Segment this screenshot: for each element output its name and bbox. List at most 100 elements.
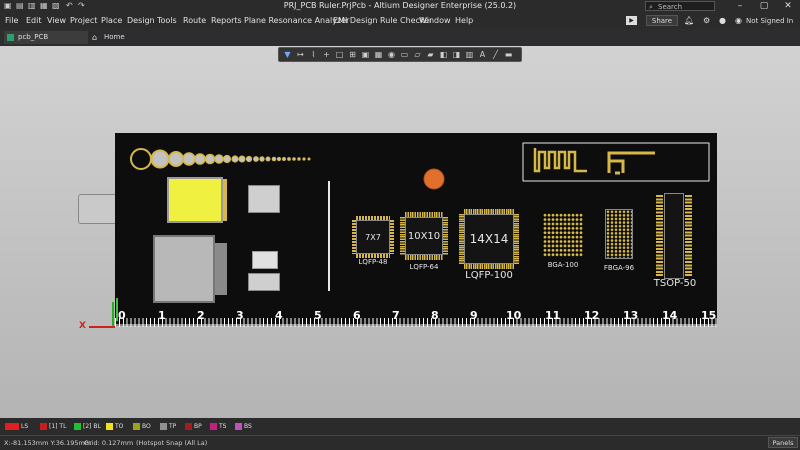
ruler-number: 1	[158, 309, 166, 322]
rj45-connector[interactable]	[153, 235, 215, 303]
video-icon[interactable]: ▶	[626, 16, 637, 25]
user-status[interactable]: Not Signed In	[746, 17, 793, 25]
origin-y-axis	[112, 302, 114, 326]
home-icon: ⌂	[92, 33, 98, 42]
lqfp64-body-label: 10X10	[407, 231, 441, 242]
menu-emi-drc[interactable]: EMI Design Rule Checker	[333, 16, 433, 25]
title-bar: ▣ ▤ ▥ ▦ ▧ ↶ ↷ PRJ_PCB Ruler.PrjPcb - Alt…	[0, 0, 800, 13]
help-icon[interactable]: ●	[719, 16, 726, 25]
share-button[interactable]: Share	[646, 15, 678, 26]
grid-size: Grid: 0.127mm	[84, 439, 134, 447]
layer-tab-top-solder[interactable]: TS	[210, 422, 226, 431]
menu-project[interactable]: Project	[70, 16, 97, 25]
menu-help[interactable]: Help	[455, 16, 473, 25]
chart-icon[interactable]: ▥	[465, 50, 474, 59]
settings-gear-icon[interactable]: ⚙	[703, 16, 710, 25]
line-icon[interactable]: ╱	[491, 50, 500, 59]
ruler-number: 3	[236, 309, 244, 322]
measure-icon[interactable]: ◨	[452, 50, 461, 59]
maximize-button[interactable]: ▢	[752, 0, 776, 13]
polygon-icon[interactable]: ▱	[413, 50, 422, 59]
lqfp100-pads-top	[464, 209, 514, 214]
via-icon[interactable]: ◉	[387, 50, 396, 59]
lqfp48-body-label: 7X7	[365, 233, 381, 242]
fbga96-label: FBGA-96	[603, 264, 635, 272]
layer-tab-bottom-paste[interactable]: BP	[185, 422, 202, 431]
pcb-board[interactable]: 7X7 LQFP-48 10X10 LQFP-64 14X14 LQFP-100…	[115, 133, 717, 326]
menu-file[interactable]: File	[5, 16, 18, 25]
layer-tab-ls[interactable]: LS	[5, 422, 28, 431]
menu-reports[interactable]: Reports	[211, 16, 242, 25]
micro-usb-connector-3[interactable]	[248, 273, 280, 291]
lqfp64-pads-bottom	[405, 255, 443, 260]
lqfp64-pads-top	[405, 212, 443, 217]
interactive-route-icon[interactable]: ⌇	[309, 50, 318, 59]
panels-button[interactable]: Panels	[768, 437, 798, 448]
dimension-icon[interactable]: ▬	[504, 50, 513, 59]
ruler-number: 0	[118, 309, 126, 322]
filter-icon[interactable]: ▼	[283, 50, 292, 59]
layer-tab-bottom-overlay[interactable]: BO	[133, 422, 151, 431]
layer-tab-top-overlay[interactable]: TO	[106, 422, 123, 431]
align-icon[interactable]: ⊞	[348, 50, 357, 59]
lqfp48-pads-top	[356, 216, 390, 220]
bga100-label: BGA-100	[547, 261, 579, 269]
cross-select-icon[interactable]: +	[322, 50, 331, 59]
ruler-number: 6	[353, 309, 361, 322]
ruler-number: 9	[470, 309, 478, 322]
menu-tools[interactable]: Tools	[157, 16, 177, 25]
tab-pcb-document[interactable]: pcb_PCB Ruler.PcbDoc	[4, 31, 88, 54]
menu-place[interactable]: Place	[101, 16, 122, 25]
keepout-icon[interactable]: ◧	[439, 50, 448, 59]
origin-x-axis	[89, 326, 115, 328]
active-bar-toolbar: ▼ ↦ ⌇ + □ ⊞ ▣ ▦ ◉ ▭ ▱ ▰ ◧ ◨ ▥ A ╱ ▬	[278, 47, 522, 62]
route-icon[interactable]: ↦	[296, 50, 305, 59]
bga100-balls[interactable]	[543, 213, 583, 257]
snap-mode: (Hotspot Snap (All La)	[136, 439, 208, 447]
region-icon[interactable]: ▰	[426, 50, 435, 59]
ruler-number: 15	[701, 309, 717, 322]
notifications-icon[interactable]: 🔔︎	[684, 16, 694, 25]
yellow-component[interactable]	[167, 177, 223, 223]
lqfp64-label: LQFP-64	[409, 263, 439, 271]
ruler-number: 4	[275, 309, 283, 322]
minimize-button[interactable]: –	[728, 0, 752, 13]
menu-window[interactable]: Window	[419, 16, 451, 25]
lqfp100-pads-right	[514, 214, 519, 264]
layer-tabs: LS [1] TL [2] BL TO BO TP BP TS BS	[0, 418, 800, 435]
tab-home-page[interactable]: ⌂ Home Page	[90, 31, 142, 54]
menu-design[interactable]: Design	[127, 16, 155, 25]
lqfp48-pads-right	[390, 220, 394, 254]
fbga96-balls[interactable]	[605, 209, 633, 259]
menu-bar: File Edit View Project Place Design Tool…	[0, 13, 800, 29]
status-bar: X:-81.153mm Y:36.195mm Grid: 0.127mm (Ho…	[0, 435, 800, 450]
ruler-number: 10	[506, 309, 522, 322]
yellow-component-pads	[223, 179, 227, 221]
layer-tab-bottom-solder[interactable]: BS	[235, 422, 252, 431]
component-icon[interactable]: ▣	[361, 50, 370, 59]
micro-usb-connector-2[interactable]	[252, 251, 278, 269]
tsop50-pads-right	[685, 195, 692, 277]
lqfp100-pads-bottom	[464, 264, 514, 269]
close-button[interactable]: ✕	[776, 0, 800, 13]
layer-tab-bottom[interactable]: [2] BL	[74, 422, 101, 431]
lqfp100-label: LQFP-100	[465, 270, 513, 281]
menu-route[interactable]: Route	[183, 16, 206, 25]
place-pad-icon[interactable]: ▦	[374, 50, 383, 59]
layer-tab-top[interactable]: [1] TL	[40, 422, 66, 431]
menu-edit[interactable]: Edit	[26, 16, 42, 25]
user-icon: ◉	[735, 16, 742, 25]
ruler-number: 8	[431, 309, 439, 322]
tsop50-body[interactable]	[664, 193, 684, 279]
menu-view[interactable]: View	[47, 16, 66, 25]
micro-usb-connector-1[interactable]	[248, 185, 280, 213]
text-icon[interactable]: A	[478, 50, 487, 59]
fill-icon[interactable]: ▭	[400, 50, 409, 59]
usb-c-connector	[78, 194, 118, 224]
layer-tab-top-paste[interactable]: TP	[160, 422, 176, 431]
search-icon: ⌕	[649, 3, 653, 11]
search-input[interactable]: ⌕ Search	[645, 1, 715, 11]
ruler-number: 12	[584, 309, 600, 322]
select-rect-icon[interactable]: □	[335, 50, 344, 59]
lqfp100-body-label: 14X14	[469, 232, 509, 246]
